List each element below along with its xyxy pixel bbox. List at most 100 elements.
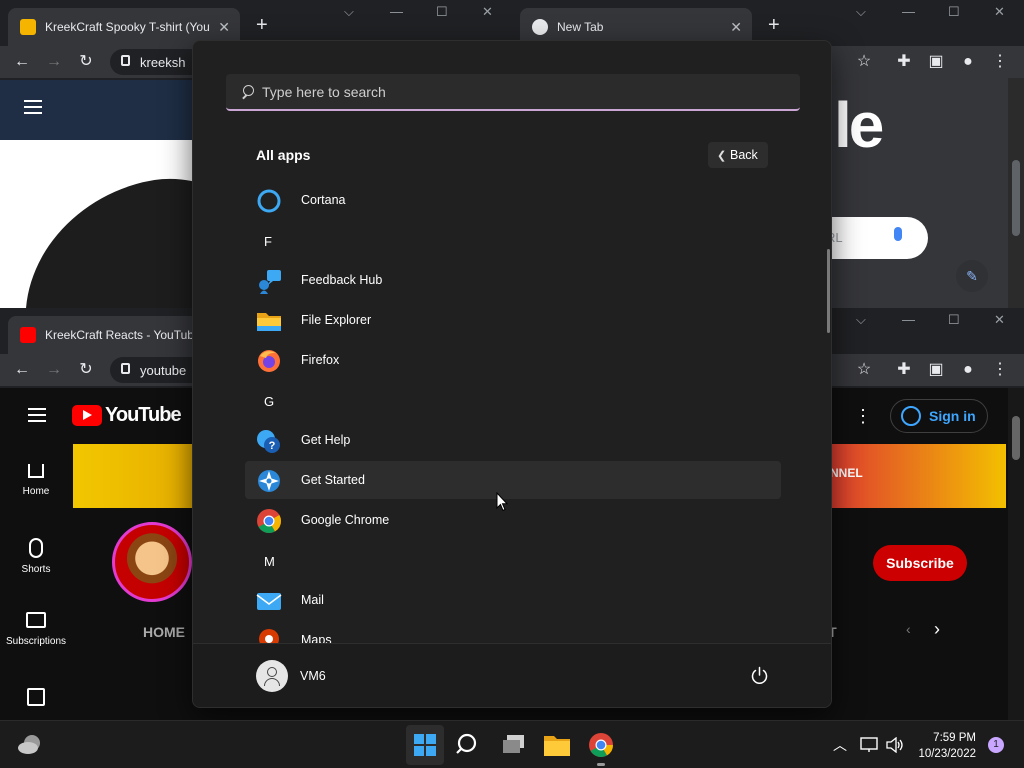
get-started-icon — [258, 470, 280, 492]
user-name[interactable]: VM6 — [300, 669, 326, 683]
sidebar-label-shorts: Shorts — [21, 564, 51, 575]
volume-icon[interactable] — [886, 737, 904, 753]
hamburger-menu-icon[interactable] — [24, 100, 42, 114]
bookmark-star-icon[interactable]: ☆ — [854, 52, 874, 72]
extensions-icon[interactable]: ✚ — [894, 52, 914, 72]
channel-avatar[interactable] — [112, 522, 192, 602]
bookmark-star-icon[interactable]: ☆ — [854, 360, 874, 380]
close-window-icon[interactable]: ✕ — [482, 4, 493, 20]
letter-header-m[interactable]: M — [264, 554, 275, 569]
app-list: Cortana F Feedback Hub File Explorer Fir… — [245, 181, 781, 645]
app-item-maps[interactable]: Maps — [245, 621, 781, 645]
sidebar-item-home[interactable]: Home — [0, 460, 72, 516]
chevron-left-icon: ❮ — [717, 150, 727, 162]
cortana-icon — [257, 189, 281, 213]
search-input[interactable] — [262, 83, 762, 100]
search-taskbar-icon[interactable] — [453, 729, 485, 761]
notification-badge[interactable]: 1 — [988, 737, 1004, 753]
address-text: kreeksh — [140, 54, 186, 70]
customize-pencil-icon[interactable]: ✎ — [956, 260, 988, 292]
close-window-icon[interactable]: ✕ — [994, 4, 1005, 20]
hamburger-menu-icon[interactable] — [28, 408, 46, 422]
app-label: Google Chrome — [301, 513, 390, 527]
mail-icon — [256, 593, 282, 610]
youtube-logo[interactable]: YouTube — [72, 404, 182, 427]
app-item-mail[interactable]: Mail — [245, 581, 781, 619]
get-help-icon: ? — [257, 430, 280, 453]
chevron-down-icon[interactable]: ⌵ — [856, 312, 866, 328]
task-view-icon[interactable] — [498, 729, 530, 761]
maximize-icon[interactable]: ☐ — [948, 4, 960, 20]
app-item-get-started[interactable]: Get Started — [245, 461, 781, 499]
chevron-right-icon[interactable]: › — [934, 619, 940, 640]
forward-arrow-icon[interactable]: → — [44, 360, 64, 380]
new-tab-icon[interactable]: + — [256, 14, 268, 37]
close-tab-icon[interactable]: ✕ — [730, 19, 742, 36]
sign-in-button[interactable]: Sign in — [890, 399, 988, 433]
more-options-icon[interactable]: ⋮ — [854, 406, 872, 427]
close-window-icon[interactable]: ✕ — [994, 312, 1005, 328]
forward-arrow-icon[interactable]: → — [44, 52, 64, 72]
app-item-google-chrome[interactable]: Google Chrome — [245, 501, 781, 539]
back-button[interactable]: ❮ Back — [708, 142, 768, 168]
maximize-icon[interactable]: ☐ — [948, 312, 960, 328]
account-icon — [901, 406, 921, 426]
sidebar-item-subscriptions[interactable]: Subscriptions — [0, 608, 72, 664]
sidebar-item-library[interactable] — [0, 684, 72, 720]
app-label: Feedback Hub — [301, 273, 383, 287]
file-explorer-taskbar-icon[interactable] — [541, 729, 573, 761]
start-button[interactable] — [406, 725, 444, 765]
reload-icon[interactable]: ↻ — [76, 52, 96, 72]
chevron-left-icon[interactable]: ‹ — [906, 621, 911, 637]
show-hidden-icons-icon[interactable]: ︿ — [833, 735, 847, 755]
home-icon — [28, 464, 44, 478]
banner-text-fragment: NNEL — [830, 466, 863, 480]
letter-header-g[interactable]: G — [264, 394, 274, 409]
user-avatar-icon[interactable] — [256, 660, 288, 692]
scrollbar[interactable] — [1008, 78, 1024, 308]
profile-icon[interactable]: ● — [958, 52, 978, 72]
sidebar-item-shorts[interactable]: Shorts — [0, 534, 72, 590]
side-panel-icon[interactable]: ▣ — [926, 360, 946, 380]
back-label: Back — [730, 148, 758, 162]
start-menu: All apps ❮ Back Cortana F Feedback Hub F… — [192, 40, 832, 708]
maximize-icon[interactable]: ☐ — [436, 4, 448, 20]
network-icon[interactable] — [860, 737, 878, 753]
app-item-file-explorer[interactable]: File Explorer — [245, 301, 781, 339]
back-arrow-icon[interactable]: ← — [12, 52, 32, 72]
search-box[interactable] — [226, 74, 800, 111]
power-icon[interactable] — [750, 666, 769, 685]
tab-home[interactable]: HOME — [143, 624, 185, 640]
new-tab-icon[interactable]: + — [768, 14, 780, 37]
weather-widget-icon[interactable] — [14, 729, 46, 761]
minimize-icon[interactable]: — — [902, 312, 915, 327]
chevron-down-icon[interactable]: ⌵ — [344, 4, 354, 20]
reload-icon[interactable]: ↻ — [76, 360, 96, 380]
youtube-sidebar: Home Shorts Subscriptions — [0, 436, 72, 720]
app-label: Cortana — [301, 193, 346, 207]
minimize-icon[interactable]: — — [902, 4, 915, 19]
back-arrow-icon[interactable]: ← — [12, 360, 32, 380]
app-item-cortana[interactable]: Cortana — [245, 181, 781, 219]
app-item-get-help[interactable]: ? Get Help — [245, 421, 781, 459]
scrollbar[interactable] — [1008, 388, 1024, 720]
clock[interactable]: 7:59 PM 10/23/2022 — [914, 730, 976, 762]
app-item-firefox[interactable]: Firefox — [245, 341, 781, 379]
minimize-icon[interactable]: — — [390, 4, 403, 19]
sign-in-label: Sign in — [929, 408, 976, 424]
youtube-wordmark: YouTube — [105, 404, 182, 426]
app-list-scrollbar[interactable] — [827, 249, 830, 333]
extensions-icon[interactable]: ✚ — [894, 360, 914, 380]
letter-header-f[interactable]: F — [264, 234, 272, 249]
microphone-icon[interactable] — [894, 227, 902, 241]
profile-icon[interactable]: ● — [958, 360, 978, 380]
chrome-taskbar-icon[interactable] — [585, 729, 617, 761]
more-menu-icon[interactable]: ⋮ — [990, 360, 1010, 380]
more-menu-icon[interactable]: ⋮ — [990, 52, 1010, 72]
close-tab-icon[interactable]: ✕ — [218, 19, 230, 36]
chevron-down-icon[interactable]: ⌵ — [856, 4, 866, 20]
app-item-feedback-hub[interactable]: Feedback Hub — [245, 261, 781, 299]
side-panel-icon[interactable]: ▣ — [926, 52, 946, 72]
subscribe-button[interactable]: Subscribe — [873, 545, 967, 581]
app-label: Firefox — [301, 353, 340, 367]
